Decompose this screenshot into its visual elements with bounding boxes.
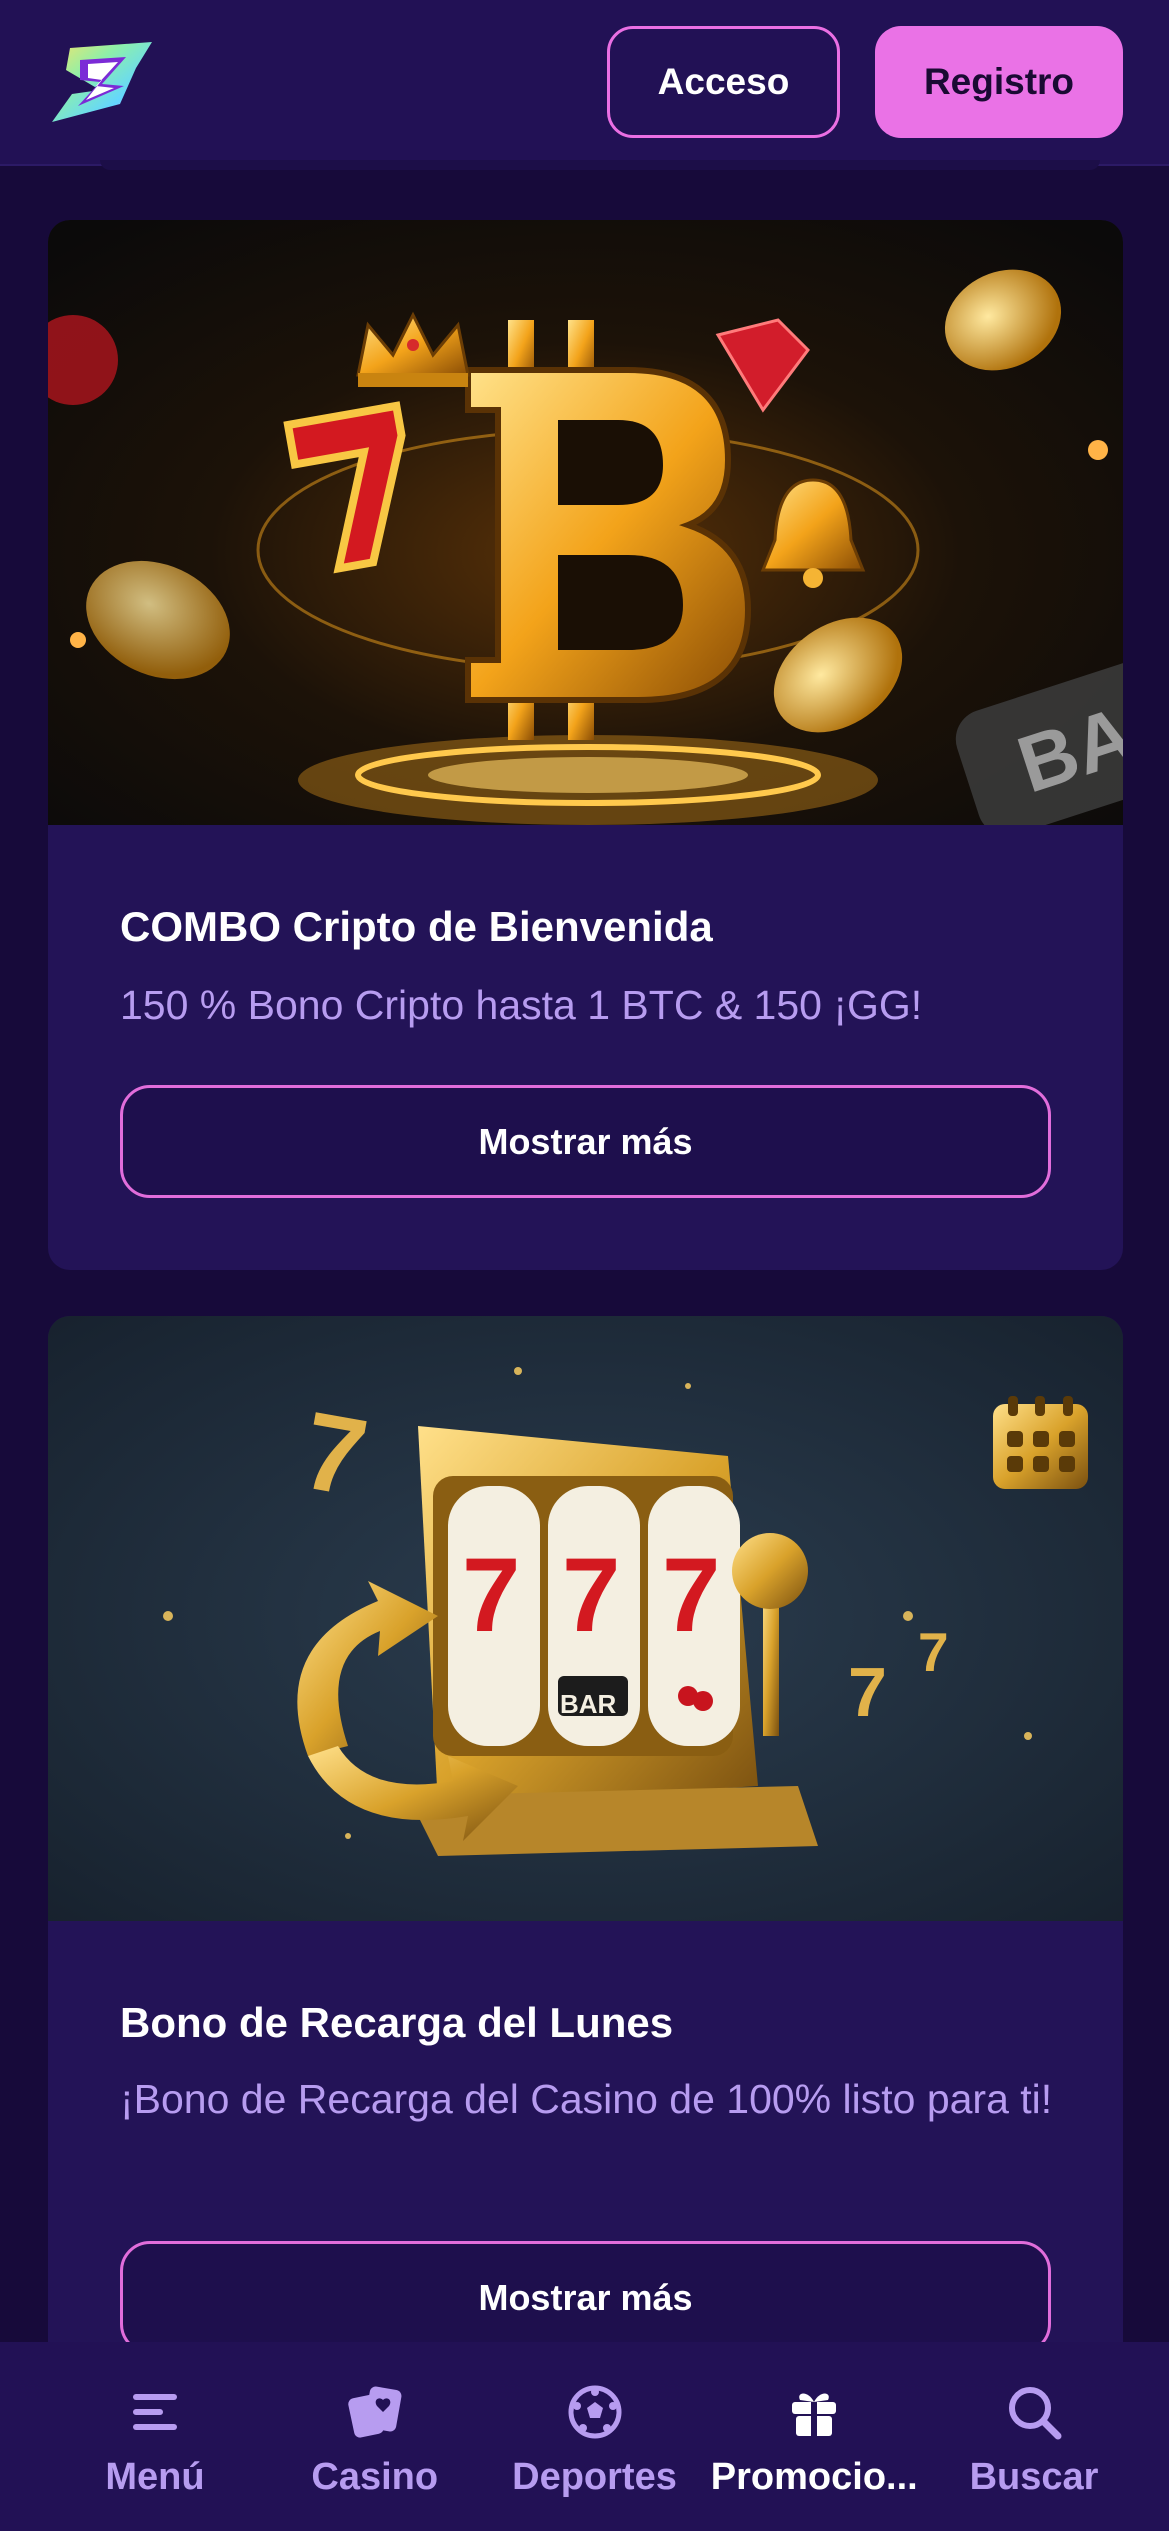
nav-sports[interactable]: Deportes	[490, 2342, 700, 2531]
nav-menu-label: Menú	[105, 2456, 205, 2498]
nav-promotions[interactable]: Promocio...	[709, 2342, 919, 2531]
menu-icon	[133, 2394, 177, 2430]
svg-text:7: 7	[848, 1653, 887, 1731]
promo-card-crypto-combo: BAR COMBO Cripto de Bienvenida 150 % Bon…	[48, 220, 1123, 1270]
nav-search-label: Buscar	[969, 2456, 1099, 2498]
show-more-button[interactable]: Mostrar más	[120, 2241, 1051, 2354]
svg-text:7: 7	[462, 1537, 520, 1654]
login-button[interactable]: Acceso	[607, 26, 840, 138]
svg-text:7: 7	[662, 1537, 720, 1654]
promo-image-bitcoin: BAR	[48, 220, 1123, 836]
show-more-button[interactable]: Mostrar más	[120, 1085, 1051, 1198]
nav-casino[interactable]: Casino	[270, 2342, 480, 2531]
nav-promotions-label: Promocio...	[710, 2456, 918, 2498]
header-shadow	[100, 160, 1100, 170]
gift-icon	[792, 2393, 837, 2436]
bottom-navigation: Menú Casino Deportes Promocio... Buscar	[0, 2342, 1169, 2531]
promo-title: Bono de Recarga del Lunes	[120, 1999, 674, 2046]
svg-text:7: 7	[562, 1537, 620, 1654]
top-header: Acceso Registro	[0, 0, 1169, 170]
nav-sports-label: Deportes	[512, 2456, 677, 2498]
register-button[interactable]: Registro	[875, 26, 1123, 138]
soccer-ball-icon	[568, 2385, 621, 2439]
promo-description: ¡Bono de Recarga del Casino de 100% list…	[120, 2076, 1053, 2122]
nav-menu[interactable]: Menú	[50, 2342, 260, 2531]
reel-bar-text: BAR	[560, 1689, 617, 1719]
promo-description: 150 % Bono Cripto hasta 1 BTC & 150 ¡GG!	[120, 982, 923, 1028]
nav-search[interactable]: Buscar	[929, 2342, 1139, 2531]
search-icon	[1009, 2387, 1062, 2440]
nav-casino-label: Casino	[311, 2456, 439, 2498]
casino-cards-icon	[348, 2386, 402, 2438]
brand-logo[interactable]	[48, 40, 154, 124]
promo-title: COMBO Cripto de Bienvenida	[120, 903, 713, 950]
promo-image-slot-machine: 7 7 7 7 7 7 BAR	[48, 1316, 1123, 1921]
svg-text:7: 7	[918, 1621, 949, 1683]
